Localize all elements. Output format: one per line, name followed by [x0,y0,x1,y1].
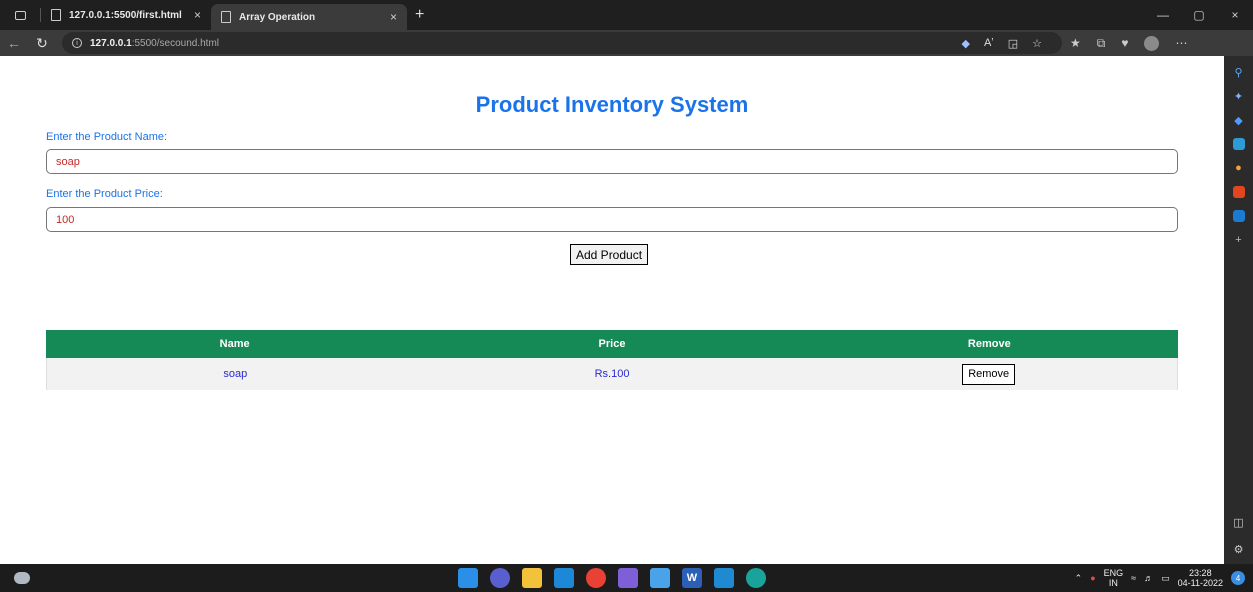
column-header-name: Name [219,338,250,350]
chrome-icon[interactable] [586,568,606,588]
system-tray: ⌃ ● ENG IN ≈ ♬ ▭ 23:28 04-11-2022 4 [1075,564,1245,592]
office-icon[interactable] [1232,186,1245,198]
restore-button[interactable]: ▢ [1181,0,1217,30]
toolbar-right: ★ ⧉ ♥ ⋯ [1070,35,1187,51]
battery-icon[interactable]: ▭ [1161,573,1170,584]
taskbar-apps: W [458,568,766,588]
settings-gear-icon[interactable]: ⚙ [1234,543,1244,556]
window-controls: — ▢ × [1145,0,1253,30]
page-icon [221,11,231,23]
search-icon[interactable]: ⚲ [1233,66,1245,79]
language-indicator[interactable]: ENG IN [1104,568,1124,588]
table-row: soap Rs.100 Remove [46,358,1178,390]
product-name-label: Enter the Product Name: [46,131,168,143]
remove-button[interactable]: Remove [962,363,1016,385]
tab-title: Array Operation [239,11,316,23]
url-host: 127.0.0.1 [90,37,132,49]
wifi-icon[interactable]: ≈ [1131,573,1136,583]
page-viewport: Product Inventory System Enter the Produ… [0,56,1224,564]
tab-array-operation[interactable]: Array Operation × [211,4,407,30]
file-explorer-icon[interactable] [522,568,542,588]
cell-remove: Remove [800,363,1177,385]
hide-sidebar-icon[interactable]: ◫ [1233,516,1243,529]
language-region: IN [1108,578,1118,588]
product-name-input[interactable] [46,149,1178,174]
clock-time: 23:28 [1189,568,1212,578]
clock[interactable]: 23:28 04-11-2022 [1178,568,1223,588]
sidebar-bottom: ◫ ⚙ [1233,516,1243,556]
shopping-tag-icon[interactable]: ◆ [961,37,969,50]
minimize-button[interactable]: — [1145,0,1181,30]
word-icon[interactable]: W [682,568,702,588]
tab-actions-button[interactable] [0,0,40,30]
copilot-icon[interactable]: ✦ [1233,90,1245,103]
store-icon[interactable] [618,568,638,588]
cell-price: Rs.100 [594,368,630,380]
profile-avatar[interactable] [1144,35,1160,51]
vscode-icon[interactable] [714,568,734,588]
games-icon[interactable]: ● [1233,162,1245,174]
collections-icon[interactable]: ⧉ [1097,36,1106,51]
browser-essentials-icon[interactable]: ♥ [1121,36,1128,50]
more-options-icon[interactable]: ⋯ [1175,36,1187,50]
chevron-up-icon[interactable]: ⌃ [1075,573,1083,584]
tray-app-icon[interactable]: ● [1090,573,1095,583]
add-product-button[interactable]: Add Product [570,244,649,265]
page-title: Product Inventory System [475,92,749,117]
app-available-icon[interactable]: ◲ [1008,37,1018,50]
outlook-icon[interactable] [1232,210,1245,222]
browser-tab-strip: 127.0.0.1:5500/first.html × Array Operat… [0,0,1253,30]
tab-actions-icon [14,10,26,20]
reload-icon[interactable]: ↻ [28,35,56,52]
column-header-remove: Remove [967,338,1011,350]
tab-close-icon[interactable]: × [390,10,397,24]
site-info-icon[interactable]: i [72,38,82,48]
back-arrow-icon[interactable]: ← [0,35,28,51]
tab-close-icon[interactable]: × [194,8,201,22]
volume-icon[interactable]: ♬ [1144,573,1153,583]
read-aloud-icon[interactable]: Aʼ [984,37,994,50]
favorite-star-icon[interactable]: ☆ [1032,37,1042,50]
address-bar-icons: ◆ Aʼ ◲ ☆ [961,37,1062,50]
tab-title: 127.0.0.1:5500/first.html [69,9,182,21]
weather-icon[interactable] [14,572,30,584]
url-path: :5500/secound.html [131,37,219,49]
page-icon [51,9,61,21]
product-price-input[interactable] [46,207,1178,232]
close-window-button[interactable]: × [1217,0,1253,30]
browser-toolbar: ← ↻ i 127.0.0.1:5500/secound.html ◆ Aʼ ◲… [0,30,1253,56]
new-tab-button[interactable]: + [407,6,432,24]
column-header-price: Price [598,338,626,350]
start-menu-icon[interactable] [458,568,478,588]
language-code: ENG [1103,568,1124,578]
address-bar[interactable]: i 127.0.0.1:5500/secound.html ◆ Aʼ ◲ ☆ [62,32,1062,54]
tab-first-html[interactable]: 127.0.0.1:5500/first.html × [41,0,211,30]
cell-name: soap [223,368,248,380]
windows-taskbar: W ⌃ ● ENG IN ≈ ♬ ▭ 23:28 04-11-2022 4 [0,564,1253,592]
tools-icon[interactable] [1232,138,1245,150]
clock-date: 04-11-2022 [1177,578,1223,588]
product-price-label: Enter the Product Price: [46,188,163,200]
notification-badge[interactable]: 4 [1231,571,1245,585]
add-sidebar-app-icon[interactable]: + [1233,234,1245,246]
product-table: Name Price Remove soap Rs.100 Remove [46,330,1178,390]
edge-icon[interactable] [746,568,766,588]
favorites-icon[interactable]: ★ [1070,36,1081,50]
edge-sidebar: ⚲ ✦ ◆ ● + ◫ ⚙ [1224,56,1253,564]
table-header: Name Price Remove [46,330,1178,358]
teams-meet-icon[interactable] [490,568,510,588]
photos-icon[interactable] [650,568,670,588]
mail-icon[interactable] [554,568,574,588]
shopping-icon[interactable]: ◆ [1233,114,1245,127]
